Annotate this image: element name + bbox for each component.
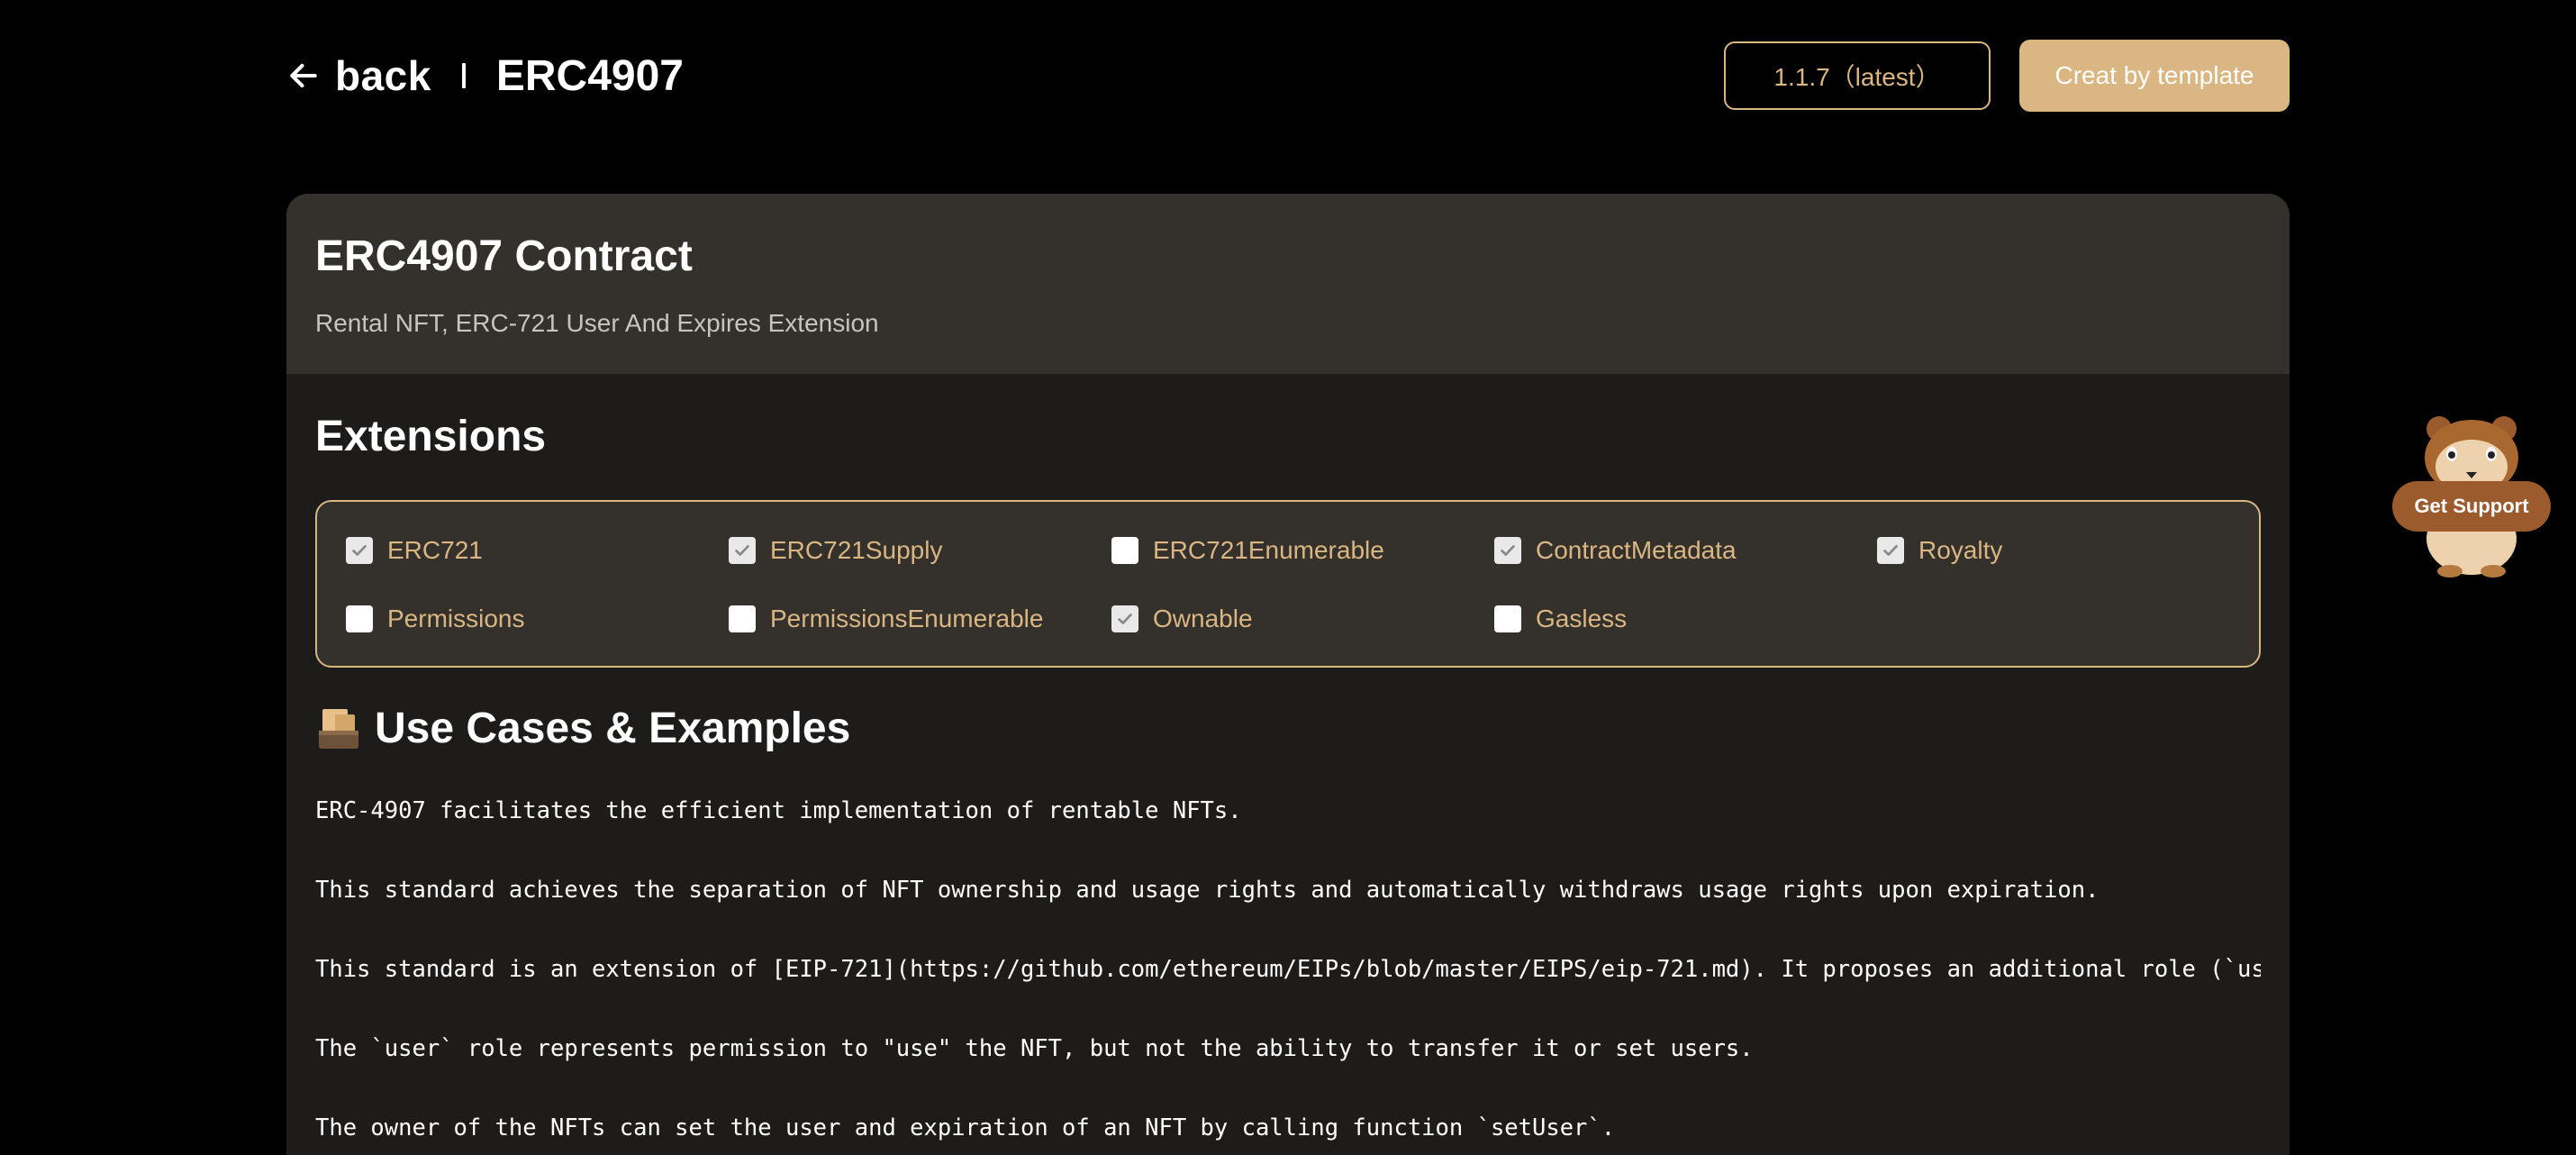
extension-label: ContractMetadata	[1536, 536, 1737, 564]
header-actions: 1.1.7（latest） Creat by template	[1724, 40, 2290, 112]
header-divider	[461, 63, 466, 88]
check-icon	[735, 545, 749, 556]
use-cases-heading: Use Cases & Examples	[315, 704, 850, 753]
create-by-template-button[interactable]: Creat by template	[2019, 40, 2290, 112]
use-case-line: The owner of the NFTs can set the user a…	[315, 1114, 1616, 1141]
extension-royalty[interactable]: Royalty	[1877, 536, 2002, 565]
contract-subtitle: Rental NFT, ERC-721 User And Expires Ext…	[315, 309, 879, 337]
use-case-line: This standard is an extension of [EIP-72…	[315, 956, 2261, 983]
checkbox[interactable]	[729, 605, 756, 632]
extension-label: ERC721Enumerable	[1153, 536, 1384, 564]
checkbox[interactable]	[1111, 537, 1138, 564]
extension-label: ERC721Supply	[770, 536, 943, 564]
extension-ownable[interactable]: Ownable	[1111, 605, 1253, 633]
page-title: ERC4907	[495, 51, 684, 100]
checkbox[interactable]	[346, 605, 373, 632]
check-icon	[1883, 545, 1898, 556]
extension-gasless[interactable]: Gasless	[1494, 605, 1627, 633]
top-header: back ERC4907 1.1.7（latest） Creat by temp…	[286, 40, 2290, 112]
extension-label: Permissions	[387, 605, 525, 632]
check-icon	[1118, 614, 1132, 624]
checkbox[interactable]	[729, 537, 756, 564]
extension-erc721supply[interactable]: ERC721Supply	[729, 536, 942, 565]
extension-label: Gasless	[1536, 605, 1628, 632]
contract-title: ERC4907 Contract	[315, 232, 693, 280]
extension-label: ERC721	[387, 536, 483, 564]
back-label: back	[335, 52, 431, 99]
use-case-line: The `user` role represents permission to…	[315, 1035, 1754, 1062]
extensions-list: ERC721 ERC721Supply ERC721Enumerable Con…	[315, 500, 2261, 668]
extension-label: PermissionsEnumerable	[770, 605, 1044, 632]
checkbox[interactable]	[1494, 605, 1521, 632]
checkbox[interactable]	[1494, 537, 1521, 564]
use-case-line: ERC-4907 facilitates the efficient imple…	[315, 797, 1242, 824]
extension-label: Royalty	[1918, 536, 2003, 564]
checkbox[interactable]	[346, 537, 373, 564]
extension-permissions[interactable]: Permissions	[346, 605, 524, 633]
extension-contractmetadata[interactable]: ContractMetadata	[1494, 536, 1737, 565]
contract-card: ERC4907 Contract Rental NFT, ERC-721 Use…	[286, 194, 2290, 1155]
checkbox[interactable]	[1111, 605, 1138, 632]
version-select-button[interactable]: 1.1.7（latest）	[1724, 41, 1991, 110]
check-icon	[352, 545, 367, 556]
page: back ERC4907 1.1.7（latest） Creat by temp…	[0, 0, 2576, 1155]
extension-erc721enumerable[interactable]: ERC721Enumerable	[1111, 536, 1384, 565]
get-support-button[interactable]: Get Support	[2390, 413, 2553, 579]
contract-card-header	[286, 194, 2290, 374]
extensions-heading: Extensions	[315, 413, 547, 460]
extension-label: Ownable	[1153, 605, 1253, 632]
get-support-label: Get Support	[2392, 481, 2551, 532]
box-icon	[319, 708, 358, 749]
extension-permissionsenumerable[interactable]: PermissionsEnumerable	[729, 605, 1043, 633]
use-case-line: This standard achieves the separation of…	[315, 877, 2100, 904]
use-cases-title: Use Cases & Examples	[375, 705, 851, 752]
checkbox[interactable]	[1877, 537, 1904, 564]
arrow-left-icon	[290, 63, 317, 88]
back-button[interactable]: back	[286, 51, 431, 100]
check-icon	[1501, 545, 1515, 556]
extension-erc721[interactable]: ERC721	[346, 536, 483, 565]
